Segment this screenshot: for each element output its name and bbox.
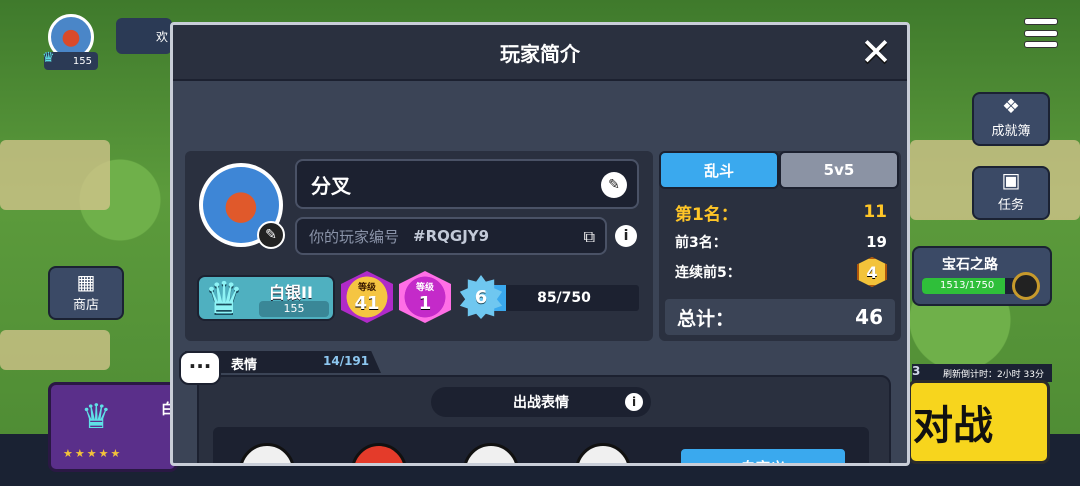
stat-row-first: 第1名： 11 — [675, 202, 887, 225]
experience-bar: 85/750 6 — [459, 275, 639, 319]
trophy-icon: ♛ — [204, 273, 244, 324]
close-icon[interactable]: ✕ — [859, 33, 893, 71]
player-name: 分叉 — [311, 173, 351, 198]
trophy-road-card[interactable]: ♛ ★★★★★ 白 — [48, 382, 178, 472]
edit-avatar-icon[interactable]: ✎ — [257, 221, 285, 249]
gem-road-button[interactable]: 宝石之路 1513/1750 — [912, 246, 1052, 306]
gem-road-title: 宝石之路 — [942, 257, 998, 273]
edit-name-icon[interactable]: ✎ — [601, 172, 627, 198]
shop-button[interactable]: ▦ 商店 — [48, 266, 124, 320]
emote-count: 14/191 — [323, 354, 370, 368]
trophy-icon: ♛ — [81, 397, 112, 437]
stat-row-top3: 前3名： 19 — [675, 233, 887, 251]
menu-button[interactable] — [1024, 18, 1058, 48]
player-tag-field: 你的玩家编号 #RQGJY9 ⧉ — [295, 217, 607, 255]
trophy-icon: ♛ — [42, 50, 55, 66]
achievements-button[interactable]: ❖ 成就簿 — [972, 92, 1050, 146]
streak-badge: 4 — [857, 257, 887, 287]
emote-bubble-icon: ··· — [179, 351, 221, 385]
news-button[interactable]: 欢 — [116, 18, 172, 54]
menu-icon-line — [1024, 29, 1058, 37]
player-name-field: 分叉 ✎ — [295, 159, 639, 209]
book-icon: ❖ — [1002, 94, 1020, 118]
quest-icon: ▣ — [1001, 168, 1021, 192]
xp-level-star-icon: 6 — [459, 275, 503, 319]
player-profile-modal: 玩家简介 ✕ ● ✎ 分叉 ✎ 你的玩家编号 #RQGJY9 ⧉ i ♛ 白银I… — [170, 22, 910, 466]
rank-badge[interactable]: ♛ 白银II 155 — [197, 273, 335, 324]
map-path — [0, 140, 110, 210]
menu-icon-line — [1024, 41, 1058, 48]
profile-avatar[interactable]: ● ✎ — [199, 163, 285, 249]
xp-track: 85/750 — [489, 285, 639, 311]
coin-icon — [1012, 272, 1040, 300]
rank-trophies: 155 — [259, 301, 329, 317]
stat-total: 总计： 46 — [665, 299, 895, 335]
shop-icon: ▦ — [76, 270, 96, 294]
level-badge: 等级 41 — [341, 271, 393, 323]
emote-section-label: 表情 — [231, 358, 258, 373]
player-tag-label: 你的玩家编号 — [309, 227, 400, 246]
map-path — [0, 330, 110, 370]
customize-button[interactable]: 自定义 — [679, 447, 847, 463]
modal-title: 玩家简介 — [500, 41, 580, 66]
stats-panel: 乱斗 5v5 第1名： 11 前3名： 19 连续前5： 4 总计： 46 — [659, 151, 901, 341]
player-tag-value: #RQGJY9 — [413, 227, 490, 245]
info-icon[interactable]: i — [615, 225, 637, 247]
stars-icon: ★★★★★ — [63, 447, 123, 460]
info-icon[interactable]: i — [625, 393, 643, 411]
quests-button[interactable]: ▣ 任务 — [972, 166, 1050, 220]
stat-row-streak: 连续前5： 4 — [675, 257, 887, 287]
battle-emotes-label: 出战表情 — [431, 387, 651, 417]
rank-name: 白银II — [269, 283, 313, 302]
menu-icon-line — [1024, 18, 1058, 25]
level-badge: 等级 1 — [399, 271, 451, 323]
profile-panel: ● ✎ 分叉 ✎ 你的玩家编号 #RQGJY9 ⧉ i ♛ 白银II 155 等… — [185, 151, 653, 341]
modal-header: 玩家简介 ✕ — [173, 25, 907, 81]
tab-5v5[interactable]: 5v5 — [779, 151, 899, 189]
trophy-counter: ♛ 155 — [42, 50, 98, 70]
copy-icon[interactable]: ⧉ — [584, 227, 595, 247]
tab-showdown[interactable]: 乱斗 — [659, 151, 779, 189]
battle-button[interactable]: 对战 — [908, 380, 1050, 464]
xp-text: 85/750 — [537, 290, 591, 306]
